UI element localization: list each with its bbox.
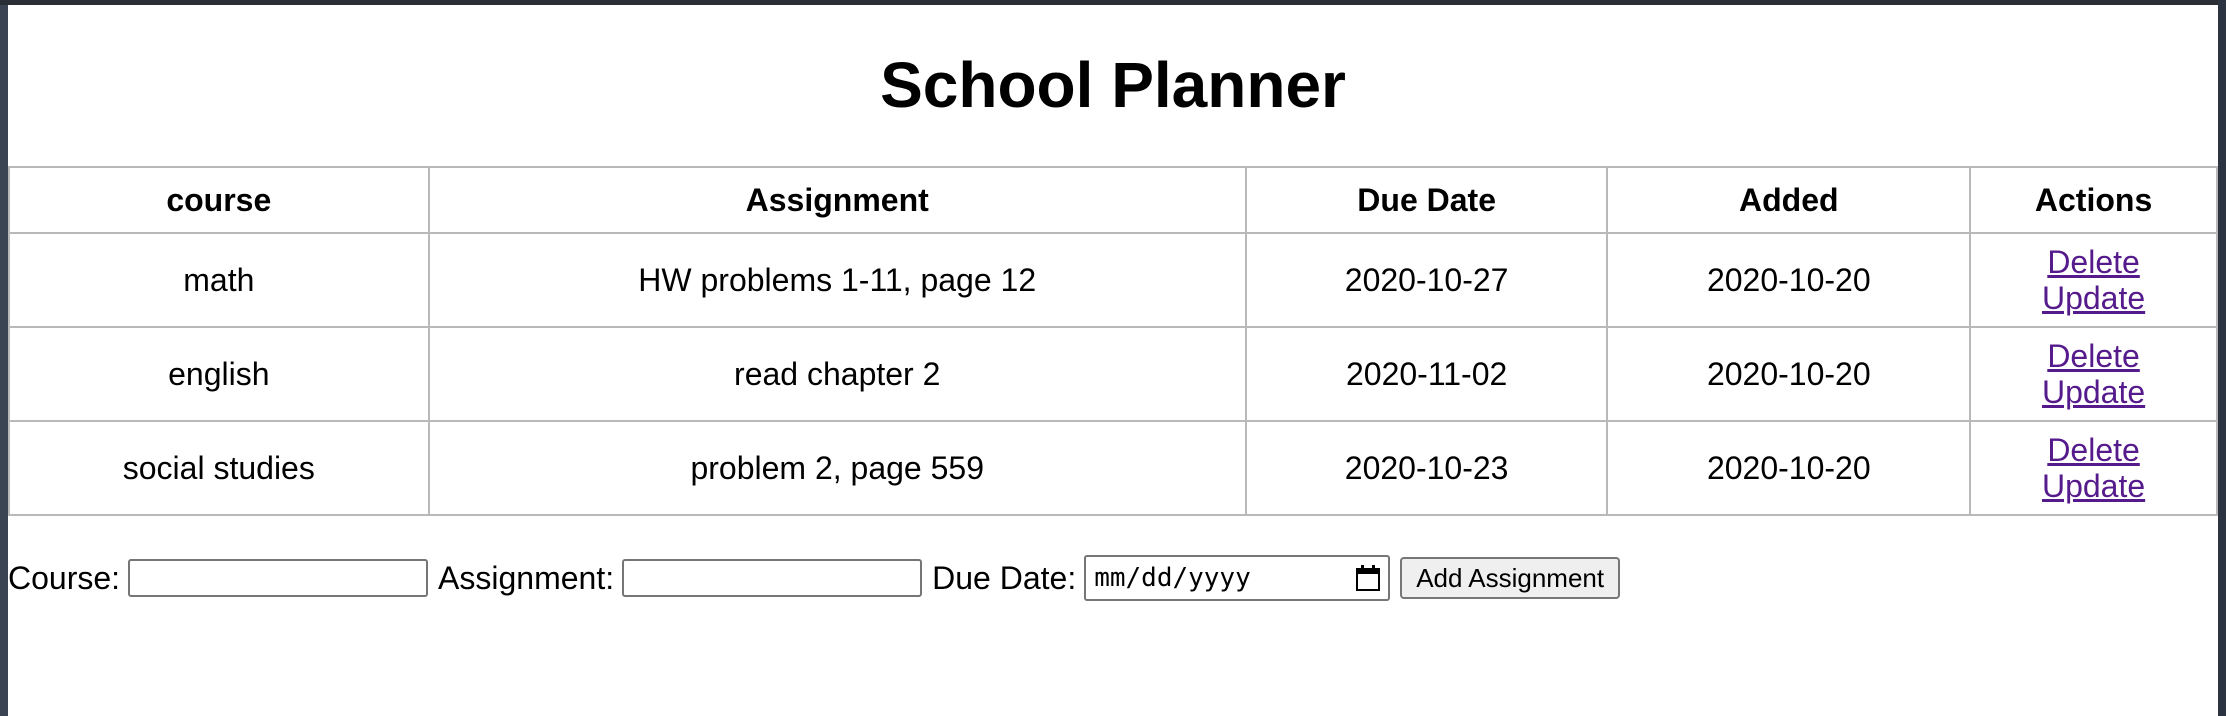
window-right-edge: [2218, 0, 2226, 716]
cell-added: 2020-10-20: [1606, 232, 1972, 328]
header-assignment: Assignment: [427, 166, 1247, 234]
cell-assignment: read chapter 2: [427, 326, 1247, 422]
header-due-date: Due Date: [1244, 166, 1609, 234]
assignment-label: Assignment:: [438, 559, 615, 596]
browser-page: School Planner course Assignment Due Dat…: [8, 5, 2218, 716]
add-assignment-form: Course: Assignment: Due Date: mm/dd/yyyy…: [8, 553, 1621, 603]
due-date-label: Due Date:: [932, 559, 1077, 596]
add-assignment-button[interactable]: Add Assignment: [1400, 557, 1621, 599]
cell-due-date: 2020-11-02: [1244, 326, 1609, 422]
cell-actions: Delete Update: [1969, 326, 2218, 422]
table-header-row: course Assignment Due Date Added Actions: [8, 166, 2218, 234]
cell-course: social studies: [8, 420, 430, 516]
cell-due-date: 2020-10-27: [1244, 232, 1609, 328]
cell-assignment: problem 2, page 559: [427, 420, 1247, 516]
cell-actions: Delete Update: [1969, 232, 2218, 328]
cell-course: math: [8, 232, 430, 328]
calendar-icon[interactable]: [1356, 565, 1381, 591]
update-link[interactable]: Update: [1971, 374, 2216, 410]
page-title: School Planner: [880, 49, 1346, 121]
due-date-placeholder: mm/dd/yyyy: [1094, 563, 1251, 593]
header-course: course: [8, 166, 430, 234]
table-row: english read chapter 2 2020-11-02 2020-1…: [8, 326, 2218, 422]
assignment-input[interactable]: [622, 559, 923, 597]
header-added: Added: [1606, 166, 1972, 234]
cell-due-date: 2020-10-23: [1244, 420, 1609, 516]
cell-added: 2020-10-20: [1606, 420, 1972, 516]
delete-link[interactable]: Delete: [1971, 432, 2216, 468]
cell-actions: Delete Update: [1969, 420, 2218, 516]
delete-link[interactable]: Delete: [1971, 244, 2216, 280]
cell-course: english: [8, 326, 430, 422]
update-link[interactable]: Update: [1971, 468, 2216, 504]
cell-added: 2020-10-20: [1606, 326, 1972, 422]
course-input[interactable]: [128, 559, 429, 597]
table-row: math HW problems 1-11, page 12 2020-10-2…: [8, 232, 2218, 328]
cell-assignment: HW problems 1-11, page 12: [427, 232, 1247, 328]
assignments-table: course Assignment Due Date Added Actions…: [8, 166, 2218, 516]
course-label: Course:: [8, 559, 121, 596]
header-actions: Actions: [1969, 166, 2218, 234]
table-row: social studies problem 2, page 559 2020-…: [8, 420, 2218, 516]
delete-link[interactable]: Delete: [1971, 338, 2216, 374]
due-date-input[interactable]: mm/dd/yyyy: [1084, 555, 1391, 601]
update-link[interactable]: Update: [1971, 280, 2216, 316]
